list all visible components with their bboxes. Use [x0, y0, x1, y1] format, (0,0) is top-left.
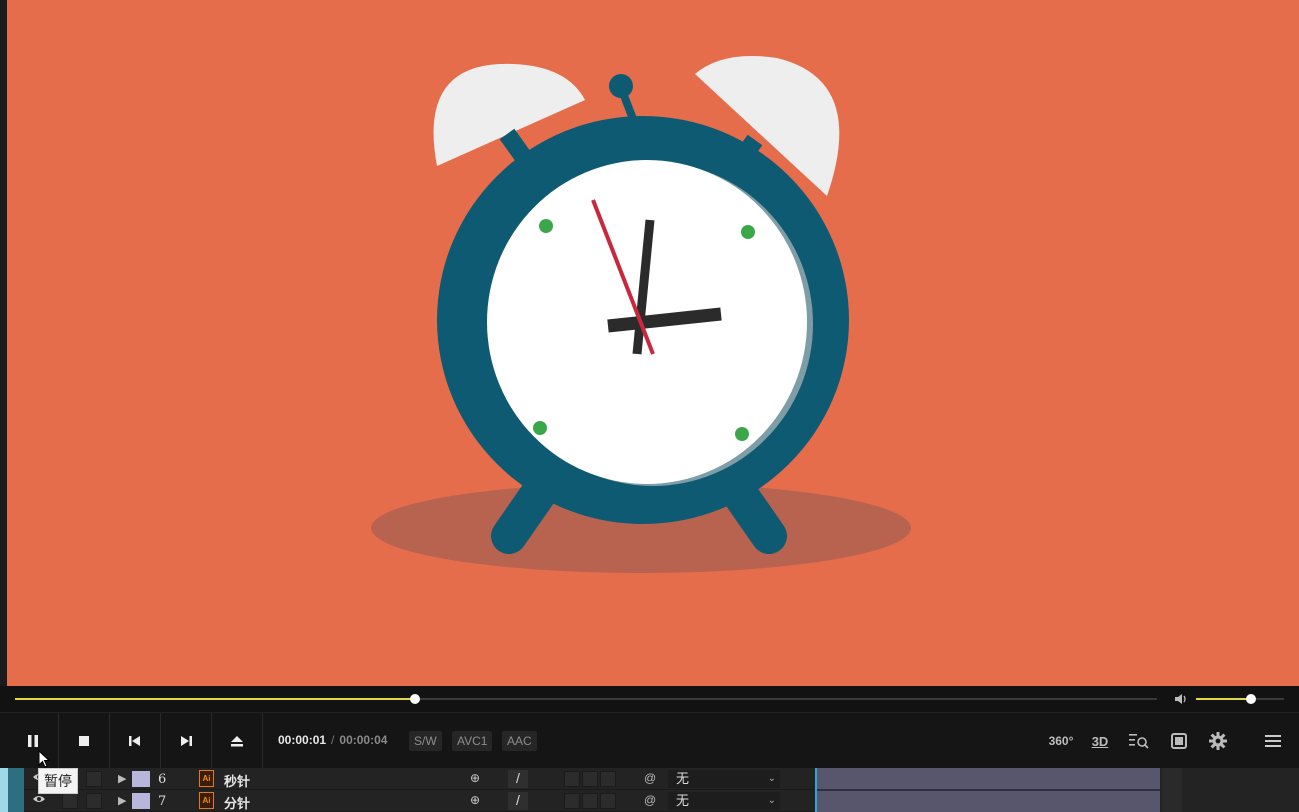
parent-pickwhip-icon[interactable]: @ [644, 793, 656, 807]
previous-icon [129, 736, 140, 746]
next-button[interactable] [161, 713, 212, 769]
layer-number: 6 [158, 772, 167, 787]
pause-button[interactable] [8, 713, 59, 769]
dot-bottom-left [533, 421, 547, 435]
chevron-down-icon: ⌄ [767, 773, 776, 784]
timeline-track[interactable] [815, 768, 1160, 812]
seek-track[interactable] [15, 694, 1157, 704]
audio-toggle[interactable] [62, 793, 78, 809]
total-time: 00:00:04 [339, 733, 388, 747]
layer-number: 7 [158, 794, 167, 809]
knob [609, 74, 633, 98]
seek-thumb[interactable] [409, 694, 420, 704]
eye-icon[interactable] [32, 793, 46, 807]
dot-top-left [539, 219, 553, 233]
eject-icon [231, 736, 243, 747]
tag-audio-codec[interactable]: AAC [502, 731, 537, 751]
vr-360-icon[interactable]: 360° [1046, 727, 1076, 755]
expand-icon[interactable]: ▶ [118, 794, 126, 807]
layer-row[interactable]: ▶ 7 Ai 分针 ⊕ / @ 无 ⌄ [24, 790, 814, 812]
timeline-scrollbar[interactable] [1162, 768, 1182, 812]
layer-row[interactable]: ▶ 6 Ai 秒针 ⊕ / @ 无 ⌄ [24, 768, 814, 790]
solo-toggle[interactable] [86, 793, 102, 809]
tag-sw[interactable]: S/W [409, 731, 442, 751]
volume-fill [1196, 698, 1252, 700]
control-bar: 00:00:01 / 00:00:04 S/W AVC1 AAC 360° 3D [0, 712, 1299, 769]
layer-name[interactable]: 秒针 [224, 771, 250, 790]
illustrator-file-icon: Ai [199, 770, 214, 787]
switch-box[interactable] [564, 771, 580, 787]
volume-icon[interactable] [1173, 691, 1191, 707]
label-color-swatch[interactable] [132, 771, 150, 787]
expand-icon[interactable]: ▶ [118, 772, 126, 785]
timeline-panel: ▶ 6 Ai 秒针 ⊕ / @ 无 ⌄ ▶ 7 Ai 分针 ⊕ / @ 无 ⌄ [0, 768, 1299, 812]
settings-icon[interactable] [1205, 727, 1231, 755]
illustrator-file-icon: Ai [199, 792, 214, 809]
pause-icon [28, 735, 38, 747]
next-icon [181, 736, 192, 746]
label-color-swatch[interactable] [132, 793, 150, 809]
3d-label: 3D [1091, 733, 1109, 749]
dot-top-right [741, 225, 755, 239]
volume-slider[interactable] [1196, 694, 1284, 704]
parent-dropdown[interactable]: 无 ⌄ [668, 770, 780, 788]
parent-dropdown[interactable]: 无 ⌄ [668, 792, 780, 810]
parent-value: 无 [676, 793, 690, 808]
switch-box[interactable] [582, 771, 598, 787]
previous-button[interactable] [110, 713, 161, 769]
stop-icon [79, 736, 89, 746]
shy-switch-icon[interactable]: ⊕ [470, 793, 480, 807]
left-edge [0, 0, 7, 690]
tag-video-codec[interactable]: AVC1 [452, 731, 493, 751]
stop-button[interactable] [59, 713, 110, 769]
quality-switch-icon[interactable]: / [508, 770, 528, 788]
parent-value: 无 [676, 771, 690, 786]
time-separator: / [331, 733, 335, 747]
parent-pickwhip-icon[interactable]: @ [644, 771, 656, 785]
current-time: 00:00:01 [278, 733, 327, 747]
window-icon[interactable] [1166, 727, 1192, 755]
mouse-cursor-icon [38, 749, 51, 773]
volume-thumb[interactable] [1246, 694, 1257, 704]
zoom-list-icon[interactable] [1126, 727, 1152, 755]
menu-icon[interactable] [1260, 727, 1286, 755]
seek-progress-fill [15, 698, 415, 700]
solo-toggle[interactable] [86, 771, 102, 787]
switch-box[interactable] [564, 793, 580, 809]
quality-switch-icon[interactable]: / [508, 792, 528, 810]
3d-icon[interactable]: 3D [1088, 727, 1112, 755]
seek-bar-area [0, 686, 1299, 712]
switch-box[interactable] [582, 793, 598, 809]
switch-box[interactable] [600, 793, 616, 809]
eject-button[interactable] [212, 713, 263, 769]
switch-box[interactable] [600, 771, 616, 787]
layer-name[interactable]: 分针 [224, 793, 250, 812]
timeline-left-bar [8, 768, 24, 812]
dot-bottom-right [735, 427, 749, 441]
player-window: 00:00:01 / 00:00:04 S/W AVC1 AAC 360° 3D ▶… [0, 0, 1299, 812]
video-frame[interactable] [7, 0, 1299, 686]
vr-360-label: 360° [1048, 734, 1074, 748]
alarm-clock-illustration [371, 56, 911, 573]
chevron-down-icon: ⌄ [767, 795, 776, 806]
shy-switch-icon[interactable]: ⊕ [470, 771, 480, 785]
time-display: 00:00:01 / 00:00:04 [278, 733, 387, 747]
